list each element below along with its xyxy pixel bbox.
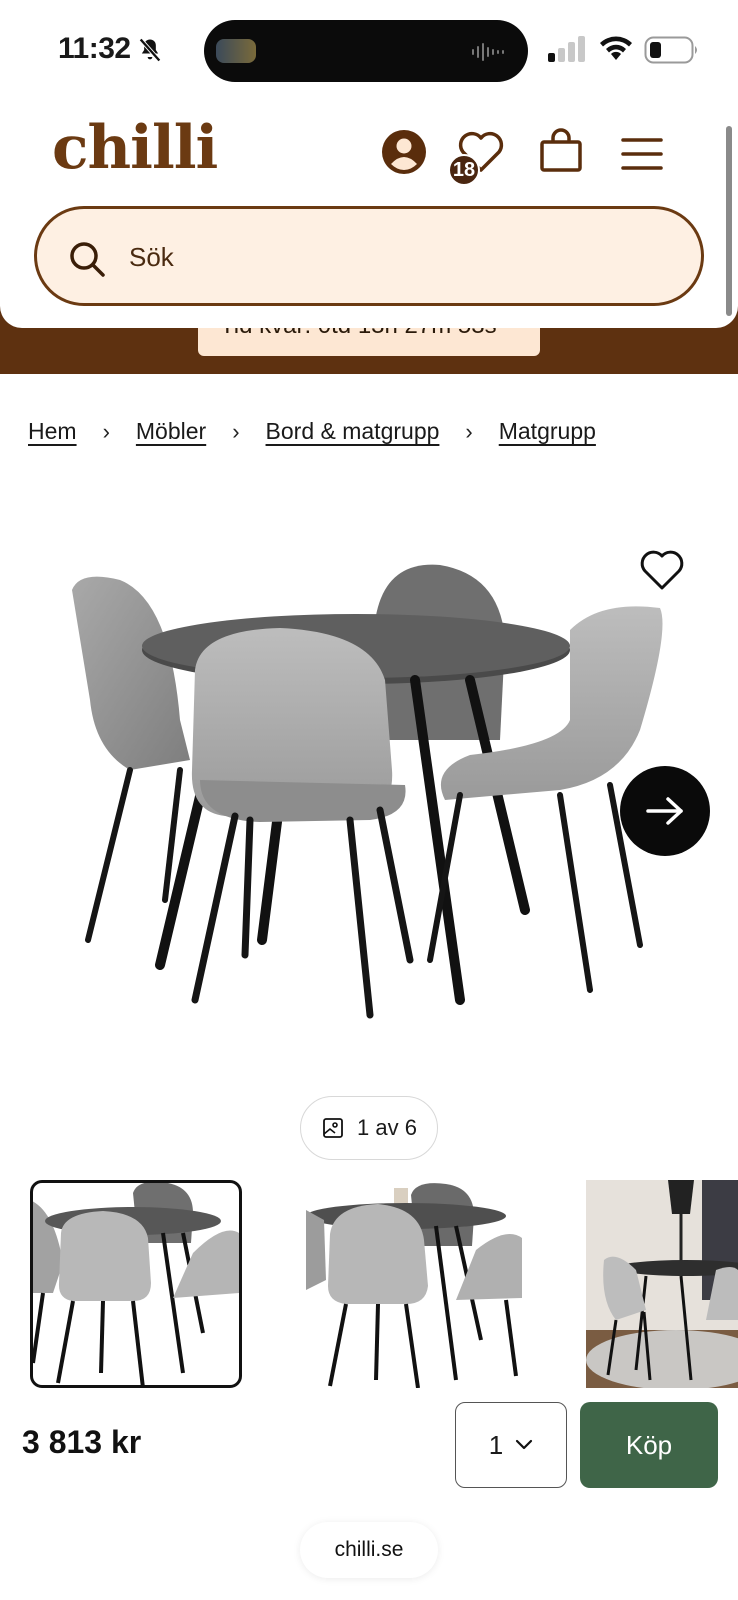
arrow-right-icon bbox=[646, 797, 683, 825]
search-bar[interactable] bbox=[34, 206, 704, 306]
account-icon[interactable] bbox=[380, 128, 428, 176]
signal-icon bbox=[548, 36, 585, 62]
site-header: chilli 18 bbox=[0, 100, 738, 328]
menu-icon[interactable] bbox=[620, 134, 664, 174]
image-counter[interactable]: 1 av 6 bbox=[300, 1096, 438, 1160]
breadcrumb-home[interactable]: Hem bbox=[28, 418, 77, 445]
buy-button[interactable]: Köp bbox=[580, 1402, 718, 1488]
scrollbar[interactable] bbox=[726, 126, 732, 316]
audio-wave-icon bbox=[472, 43, 504, 61]
breadcrumb: Hem › Möbler › Bord & matgrupp › Matgrup… bbox=[28, 418, 596, 445]
thumbnail-image bbox=[306, 1183, 522, 1388]
thumbnail-1[interactable] bbox=[30, 1180, 242, 1388]
thumbnail-3[interactable] bbox=[586, 1180, 738, 1388]
breadcrumb-separator: › bbox=[465, 418, 473, 444]
breadcrumb-dining-set[interactable]: Matgrupp bbox=[499, 418, 596, 445]
thumbnail-image bbox=[33, 1183, 239, 1385]
breadcrumb-tables[interactable]: Bord & matgrupp bbox=[266, 418, 440, 445]
browser-url-pill[interactable]: chilli.se bbox=[300, 1522, 438, 1578]
wishlist-count-badge: 18 bbox=[448, 154, 480, 186]
image-counter-text: 1 av 6 bbox=[357, 1115, 417, 1140]
breadcrumb-separator: › bbox=[232, 418, 240, 444]
add-to-wishlist-icon[interactable] bbox=[638, 548, 686, 592]
bell-slash-icon bbox=[139, 38, 161, 62]
battery-icon bbox=[644, 36, 697, 64]
image-icon bbox=[323, 1118, 343, 1138]
search-input[interactable] bbox=[129, 235, 669, 279]
quantity-value: 1 bbox=[488, 1429, 504, 1460]
buy-bar: 3 813 kr 1 Köp chilli.se bbox=[0, 1388, 738, 1600]
chevron-down-icon bbox=[516, 1439, 533, 1450]
status-bar: 11:32 bbox=[0, 0, 738, 100]
breadcrumb-separator: › bbox=[102, 418, 110, 444]
breadcrumb-furniture[interactable]: Möbler bbox=[136, 418, 206, 445]
dynamic-island bbox=[204, 20, 528, 82]
quantity-select[interactable]: 1 bbox=[455, 1402, 567, 1488]
product-price: 3 813 kr bbox=[22, 1424, 142, 1460]
next-image-button[interactable] bbox=[620, 766, 710, 856]
chilli-logo[interactable]: chilli bbox=[52, 118, 218, 178]
search-icon bbox=[70, 242, 105, 277]
status-time: 11:32 bbox=[58, 32, 131, 65]
wifi-icon bbox=[600, 36, 632, 60]
now-playing-thumbnail bbox=[216, 39, 256, 63]
thumbnail-image bbox=[586, 1180, 738, 1388]
bag-icon[interactable] bbox=[538, 128, 584, 174]
thumbnail-2[interactable] bbox=[306, 1180, 522, 1388]
